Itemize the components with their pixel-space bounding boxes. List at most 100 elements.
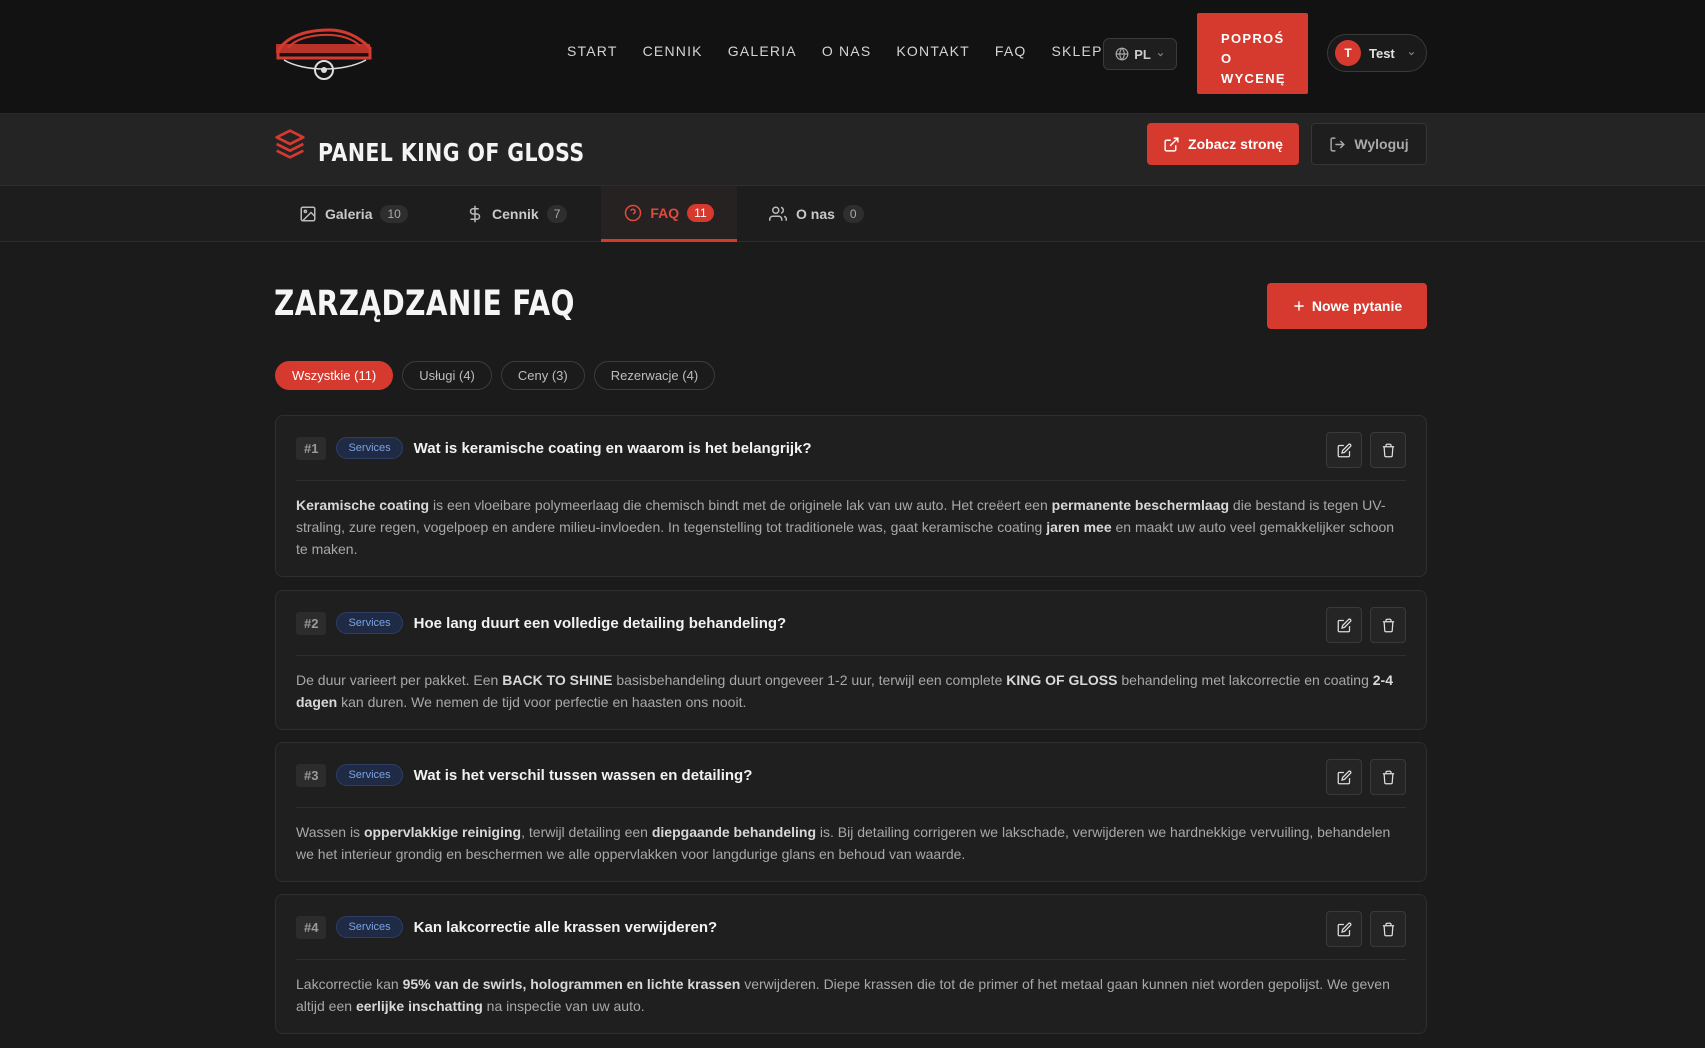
faq-card-header: #1 Services Wat is keramische coating en w…: [296, 416, 1406, 481]
faq-question: Kan lakcorrectie alle krassen verwijdere…: [413, 918, 718, 936]
trash-icon: [1382, 770, 1394, 784]
admin-tabs: Galeria 10 Cennik 7 FAQ 11 O nas 0: [0, 186, 1705, 242]
trash-icon: [1382, 618, 1394, 632]
edit-icon: [1337, 922, 1351, 936]
answer-text: is een vloeibare polymeerlaag die chemis…: [429, 497, 1052, 513]
delete-button[interactable]: [1370, 607, 1406, 643]
filter-ceny[interactable]: Ceny (3): [500, 361, 585, 390]
faq-card-header: #3 Services Wat is het verschil tussen was…: [296, 743, 1406, 808]
globe-icon: [1115, 47, 1129, 61]
delete-button[interactable]: [1370, 432, 1406, 468]
user-menu[interactable]: T Test: [1327, 34, 1427, 72]
faq-card: #1 Services Wat is keramische coating en w…: [275, 415, 1427, 577]
answer-highlight: Keramische coating: [296, 497, 430, 513]
avatar: T: [1335, 40, 1361, 66]
tab-faq[interactable]: FAQ 11: [601, 186, 737, 242]
nav-kontakt[interactable]: KONTAKT: [896, 43, 969, 59]
tab-count: 7: [546, 205, 568, 223]
layers-icon: [274, 128, 306, 165]
tab-o-nas[interactable]: O nas 0: [768, 186, 864, 242]
tab-cennik[interactable]: Cennik 7: [466, 186, 568, 242]
answer-highlight: jaren mee: [1046, 519, 1112, 535]
faq-number: #4: [296, 915, 327, 939]
delete-button[interactable]: [1370, 759, 1406, 795]
view-site-button[interactable]: Zobacz stronę: [1147, 123, 1299, 165]
faq-number: #3: [296, 763, 327, 787]
answer-highlight: diepgaande behandeling: [651, 824, 816, 840]
faq-number: #2: [296, 611, 327, 635]
filter-all[interactable]: Wszystkie (11): [275, 361, 394, 390]
category-badge: Services: [336, 764, 403, 786]
answer-highlight: permanente beschermlaag: [1051, 497, 1230, 513]
edit-icon: [1337, 618, 1351, 632]
answer-text: behandeling met lakcorrectie en coating: [1117, 672, 1373, 688]
nav-cennik[interactable]: CENNIK: [643, 43, 703, 59]
external-link-icon: [1164, 136, 1179, 152]
faq-actions: [1326, 607, 1406, 643]
category-badge: Services: [336, 612, 403, 634]
faq-answer: Keramische coating is een vloeibare poly…: [276, 481, 1426, 576]
faq-card-header: #4 Services Kan lakcorrectie alle krassen …: [296, 895, 1406, 960]
edit-button[interactable]: [1326, 607, 1362, 643]
faq-actions: [1326, 759, 1406, 795]
edit-button[interactable]: [1326, 432, 1362, 468]
answer-highlight: KING OF GLOSS: [1006, 672, 1118, 688]
logout-button[interactable]: Wyloguj: [1311, 123, 1427, 165]
nav-start[interactable]: START: [567, 43, 618, 59]
dollar-icon: [469, 205, 481, 223]
tab-galeria[interactable]: Galeria 10: [299, 186, 408, 242]
image-icon: [300, 206, 316, 222]
edit-button[interactable]: [1326, 911, 1362, 947]
faq-actions: [1326, 911, 1406, 947]
panel-header: PANEL KING OF GLOSS Zobacz stronę Wylogu…: [0, 114, 1705, 186]
filter-uslugi[interactable]: Usługi (4): [402, 361, 492, 390]
king-of-gloss-logo[interactable]: [274, 24, 374, 82]
panel-title: PANEL KING OF GLOSS: [318, 138, 585, 167]
answer-highlight: BACK TO SHINE: [502, 672, 613, 688]
tab-count: 0: [842, 205, 864, 223]
page-title: ZARZĄDZANIE FAQ: [274, 284, 575, 324]
tab-label: Cennik: [492, 206, 539, 222]
faq-answer: De duur varieert per pakket. Een BACK TO…: [276, 656, 1426, 729]
users-icon: [769, 206, 787, 221]
main-nav: START CENNIK GALERIA O NAS KONTAKT FAQ S…: [567, 43, 1128, 59]
answer-text: Wassen is: [296, 824, 364, 840]
answer-highlight: 95% van de swirls, hologrammen en lichte…: [402, 976, 741, 992]
category-filters: Wszystkie (11) Usługi (4) Ceny (3) Rezer…: [275, 361, 716, 390]
faq-question: Wat is keramische coating en waarom is h…: [413, 439, 812, 457]
new-question-label: Nowe pytanie: [1311, 298, 1403, 314]
faq-number: #1: [296, 436, 327, 460]
edit-icon: [1337, 443, 1351, 457]
nav-sklep[interactable]: SKLEP: [1051, 43, 1102, 59]
delete-button[interactable]: [1370, 911, 1406, 947]
edit-button[interactable]: [1326, 759, 1362, 795]
new-question-button[interactable]: Nowe pytanie: [1267, 283, 1427, 329]
faq-answer: Lakcorrectie kan 95% van de swirls, holo…: [276, 960, 1426, 1033]
answer-text: na inspectie van uw auto.: [482, 998, 645, 1014]
answer-text: , terwijl detailing een: [521, 824, 652, 840]
faq-answer: Wassen is oppervlakkige reiniging, terwi…: [276, 808, 1426, 881]
request-quote-button[interactable]: POPROŚ O WYCENĘ: [1197, 13, 1308, 94]
tab-label: FAQ: [650, 204, 680, 221]
chevron-down-icon: [1157, 52, 1163, 56]
tab-label: O nas: [796, 206, 835, 222]
faq-card: #2 Services Hoe lang duurt een volledige d…: [275, 590, 1427, 730]
answer-highlight: eerlijke inschatting: [355, 998, 483, 1014]
language-switcher[interactable]: PL: [1103, 38, 1177, 70]
faq-card: #4 Services Kan lakcorrectie alle krassen …: [275, 894, 1427, 1034]
filter-rezerwacje[interactable]: Rezerwacje (4): [593, 361, 716, 390]
category-badge: Services: [336, 437, 403, 459]
faq-card-header: #2 Services Hoe lang duurt een volledige d…: [296, 591, 1406, 656]
answer-text: De duur varieert per pakket. Een: [296, 672, 503, 688]
chevron-down-icon: [1408, 51, 1414, 55]
quote-line-2: O: [1221, 50, 1233, 66]
nav-faq[interactable]: FAQ: [995, 43, 1027, 59]
nav-galeria[interactable]: GALERIA: [728, 43, 797, 59]
answer-text: Lakcorrectie kan: [296, 976, 403, 992]
view-site-label: Zobacz stronę: [1188, 136, 1283, 152]
category-badge: Services: [336, 916, 403, 938]
nav-o-nas[interactable]: O NAS: [822, 43, 872, 59]
logout-label: Wyloguj: [1354, 136, 1409, 152]
edit-icon: [1337, 770, 1351, 784]
plus-icon: [1294, 301, 1304, 311]
